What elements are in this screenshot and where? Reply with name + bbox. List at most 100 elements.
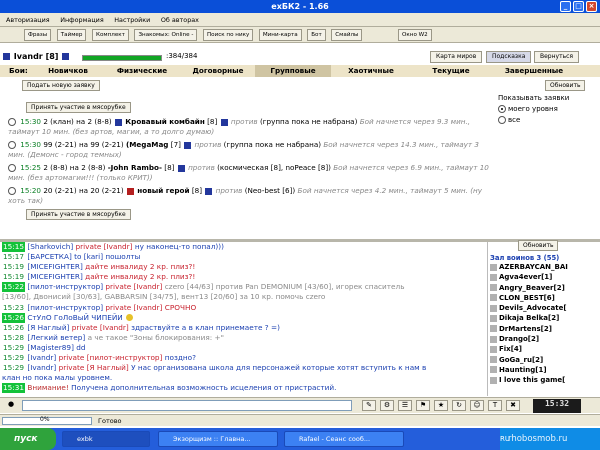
close-button[interactable]: × xyxy=(586,1,597,12)
chat-sender[interactable]: [MICEFIGHTER] xyxy=(27,262,85,271)
online-user[interactable]: Agva4ever[1] xyxy=(488,272,599,282)
start-button[interactable]: пуск xyxy=(0,428,56,450)
tab-physical[interactable]: Физические xyxy=(104,65,180,77)
join-button-bottom[interactable]: Принять участие в мясорубке xyxy=(26,209,131,220)
menu-item-auth[interactable]: Авторизация xyxy=(6,13,50,27)
request-radio[interactable] xyxy=(8,187,16,195)
chat-private-tag: private [Ivandr] xyxy=(105,302,165,312)
tab-group[interactable]: Групповые xyxy=(255,65,331,77)
tab-finished[interactable]: Завершенные xyxy=(496,65,572,77)
online-user[interactable]: DrMartens[2] xyxy=(488,324,599,334)
option-all[interactable]: все xyxy=(498,115,598,126)
info-icon[interactable] xyxy=(184,141,192,149)
refresh-online-button[interactable]: Обновить xyxy=(518,240,559,251)
online-user[interactable]: Devils_Advocate[ xyxy=(488,303,599,313)
player-name[interactable]: Ivandr xyxy=(14,52,43,61)
request-radio[interactable] xyxy=(8,141,16,149)
toolbar-minimap[interactable]: Мини-карта xyxy=(258,29,302,41)
chat-sender[interactable]: [Легкий ветер] xyxy=(27,333,87,342)
online-user[interactable]: Haunting[1] xyxy=(488,365,599,375)
request-teams: 99 (2-21) на 99 (2-21) xyxy=(43,140,124,149)
toolbar-smileys[interactable]: Смайлы xyxy=(331,29,363,41)
chat-sender[interactable]: [пилот-инструктор] xyxy=(27,282,105,291)
online-user[interactable]: Fix[4] xyxy=(488,344,599,354)
toolbar-phrases[interactable]: Фразы xyxy=(24,29,52,41)
radio-all[interactable] xyxy=(498,116,506,124)
menu-item-about[interactable]: Об авторах xyxy=(161,13,199,27)
request-opponents: (группа пока не набрана) xyxy=(223,140,322,149)
chat-sender[interactable]: [Magister89] xyxy=(27,343,76,352)
toolbar-kit[interactable]: Комплект xyxy=(91,29,129,41)
tab-agreed[interactable]: Договорные xyxy=(180,65,256,77)
chat-sender[interactable]: [Я Наглый] xyxy=(27,323,71,332)
battle-request: 15:20 20 (2-21) на 20 (2-21) новый герой… xyxy=(8,186,493,206)
settings-icon[interactable]: ⚙ xyxy=(380,400,394,411)
online-user[interactable]: Drango[2] xyxy=(488,334,599,344)
toolbar-timer[interactable]: Таймер xyxy=(56,29,87,41)
avatar-icon[interactable]: ● xyxy=(4,400,18,411)
back-button[interactable]: Вернуться xyxy=(534,51,580,63)
tab-current[interactable]: Текущие xyxy=(413,65,489,77)
chat-sender[interactable]: [Ivandr] xyxy=(27,363,58,372)
tab-newbies[interactable]: Новичков xyxy=(30,65,106,77)
chat-input[interactable] xyxy=(22,400,352,411)
clear-icon[interactable]: ✎ xyxy=(362,400,376,411)
refresh-button[interactable]: Обновить xyxy=(545,80,586,91)
menu-item-info[interactable]: Информация xyxy=(60,13,103,27)
chat-time: 15:22 xyxy=(2,282,26,293)
chat-sender[interactable]: [MICEFIGHTER] xyxy=(27,272,85,281)
request-fighter[interactable]: -John Rambo- xyxy=(108,163,162,172)
smiley-icon[interactable]: ☺ xyxy=(470,400,484,411)
option-my-level[interactable]: моего уровня xyxy=(498,104,598,115)
refresh-icon[interactable]: ↻ xyxy=(452,400,466,411)
toolbar-search-nick[interactable]: Поиск по нику xyxy=(202,29,254,41)
taskbar-item-browser[interactable]: Экзорщизм :: Главна... xyxy=(158,431,278,447)
info-icon[interactable] xyxy=(205,187,213,195)
chat-sender[interactable]: [Sharkovich] xyxy=(27,242,75,251)
user-icon xyxy=(490,304,497,312)
walk-icon[interactable]: ⚑ xyxy=(416,400,430,411)
request-radio[interactable] xyxy=(8,118,16,126)
info-icon[interactable] xyxy=(62,53,70,60)
effects-icon[interactable]: ★ xyxy=(434,400,448,411)
chat-log: 15:15 [Sharkovich] private [Ivandr] ну н… xyxy=(2,242,484,396)
info-icon[interactable] xyxy=(177,164,185,172)
menu-item-settings[interactable]: Настройки xyxy=(114,13,150,27)
online-user[interactable]: GoGa_ru[2] xyxy=(488,355,599,365)
online-user[interactable]: Angry_Beaver[2] xyxy=(488,283,599,293)
filter-icon[interactable]: ☰ xyxy=(398,400,412,411)
request-fighter[interactable]: Кровавый комбайн xyxy=(125,117,205,126)
request-radio[interactable] xyxy=(8,164,16,172)
tab-chaotic[interactable]: Хаотичные xyxy=(333,65,409,77)
request-fighter[interactable]: (MegaMag xyxy=(126,140,168,149)
world-map-button[interactable]: Карта миров xyxy=(430,51,483,63)
online-user[interactable]: CLON_BEST[6] xyxy=(488,293,599,303)
user-icon xyxy=(490,335,497,343)
taskbar-item-exbk[interactable]: exbk xyxy=(62,431,150,447)
online-user[interactable]: AZERBAYCAN_BAI xyxy=(488,262,599,272)
request-opponents: (Neo-best [6]) xyxy=(244,186,296,195)
minimize-button[interactable]: _ xyxy=(560,1,571,12)
new-request-button[interactable]: Подать новую заявку xyxy=(22,80,100,91)
request-fighter[interactable]: новый герой xyxy=(137,186,189,195)
chat-controls: ● ✎ ⚙ ☰ ⚑ ★ ↻ ☺ T ✖ 15:32 xyxy=(0,397,600,413)
chat-message-continued: клан но пока малы уровнем. xyxy=(2,373,484,383)
radio-my-level[interactable] xyxy=(498,105,506,113)
translit-icon[interactable]: T xyxy=(488,400,502,411)
menu-bar: Авторизация Информация Настройки Об авто… xyxy=(0,13,600,27)
exit-icon[interactable]: ✖ xyxy=(506,400,520,411)
join-button-top[interactable]: Принять участие в мясорубке xyxy=(26,102,131,113)
toolbar-bot[interactable]: Бот xyxy=(307,29,326,41)
toolbar-friends-online[interactable]: Знакомых: Online - xyxy=(134,29,198,41)
chat-sender[interactable]: [пилот-инструктор] xyxy=(27,303,105,312)
toolbar-window-w2[interactable]: Окно W2 xyxy=(398,29,432,41)
taskbar-item-rafael[interactable]: Rafael - Сеанс сооб... xyxy=(284,431,404,447)
chat-sender[interactable]: [БАРСЕТКА] xyxy=(27,252,74,261)
chat-text: а че такое "Зоны блокирования: +" xyxy=(87,332,225,342)
info-icon[interactable] xyxy=(220,118,228,126)
online-user[interactable]: Dikaja Belka[2] xyxy=(488,313,599,323)
chat-sender[interactable]: [Ivandr] xyxy=(27,353,58,362)
online-user[interactable]: I love this game[ xyxy=(488,375,599,385)
maximize-button[interactable]: □ xyxy=(573,1,584,12)
hint-button[interactable]: Подсказка xyxy=(486,51,532,63)
